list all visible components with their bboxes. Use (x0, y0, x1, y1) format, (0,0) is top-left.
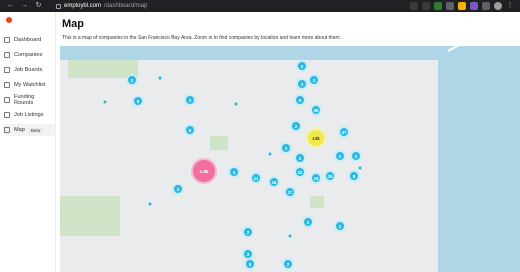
cluster-marker[interactable]: 2 (334, 220, 346, 232)
browser-nav: ← → ↻ (0, 0, 56, 12)
cluster-marker[interactable]: 3 (350, 150, 362, 162)
cluster-marker[interactable]: 5 (244, 258, 256, 270)
sidebar-item-funding-rounds[interactable]: Funding Rounds (3, 94, 55, 106)
cluster-marker[interactable]: 2 (242, 226, 254, 238)
cluster-marker[interactable]: 9 (184, 124, 196, 136)
sidebar-item-companies[interactable]: Companies (3, 49, 55, 61)
profile-avatar[interactable] (494, 2, 502, 10)
lock-icon (56, 3, 61, 9)
menu-icon[interactable]: ⋮ (506, 2, 514, 10)
park-area (60, 196, 120, 236)
sidebar-item-label: Companies (14, 52, 43, 58)
bookmark-icon (4, 82, 10, 88)
cluster-marker[interactable]: 4 (228, 166, 240, 178)
browser-toolbar: ← → ↻ employbl.com/dashboard/map ⋮ (0, 0, 520, 12)
cluster-marker[interactable]: 6 (294, 94, 306, 106)
extension-icons: ⋮ (410, 2, 514, 10)
page-title: Map (62, 18, 84, 30)
extension-icon[interactable] (410, 2, 418, 10)
company-pin[interactable] (148, 202, 152, 206)
cluster-marker[interactable]: 2 (334, 150, 346, 162)
extension-icon[interactable] (434, 2, 442, 10)
company-map[interactable]: 2 5 2 9 2 3 2 6 36 2 2 13k 47 2 32 2 3 18 17 1.8k 4 11 16 29 8 2 2… (60, 46, 520, 272)
cluster-marker[interactable]: 36 (310, 104, 322, 116)
cluster-marker[interactable]: 47 (338, 126, 350, 138)
extension-icon[interactable] (458, 2, 466, 10)
extension-icon[interactable] (422, 2, 430, 10)
company-pin[interactable] (288, 234, 292, 238)
sidebar-item-label: Map (14, 127, 25, 133)
company-pin[interactable] (234, 102, 238, 106)
extension-icon[interactable] (446, 2, 454, 10)
sidebar-item-job-listings[interactable]: Job Listings (3, 109, 55, 121)
cluster-marker[interactable]: 17 (284, 186, 296, 198)
building-icon (4, 52, 10, 58)
cluster-marker[interactable]: 2 (296, 60, 308, 72)
cluster-marker[interactable]: 2 (172, 183, 184, 195)
cluster-marker[interactable]: 2 (308, 74, 320, 86)
company-pin[interactable] (268, 152, 272, 156)
sidebar-item-map[interactable]: Map Beta (3, 124, 55, 136)
cluster-marker[interactable]: 2 (184, 94, 196, 106)
cluster-marker[interactable]: 11 (250, 172, 262, 184)
cluster-marker[interactable]: 32 (294, 166, 306, 178)
list-icon (4, 112, 10, 118)
cluster-marker[interactable]: 3 (296, 78, 308, 90)
cluster-marker[interactable]: 13k (306, 128, 326, 148)
logo[interactable] (6, 17, 12, 23)
sidebar: Dashboard Companies Job Boards My Watchl… (0, 12, 56, 272)
url-path: /dashboard/map (104, 3, 148, 9)
url-domain: employbl.com (64, 3, 102, 9)
cluster-marker[interactable]: 2 (126, 74, 138, 86)
sidebar-item-job-boards[interactable]: Job Boards (3, 64, 55, 76)
cluster-marker[interactable]: 18 (310, 172, 322, 184)
page-description: This is a map of companies in the San Fr… (62, 35, 342, 41)
park-area (210, 136, 228, 150)
company-pin[interactable] (358, 166, 362, 170)
company-pin[interactable] (158, 76, 162, 80)
sidebar-item-label: Job Listings (14, 112, 44, 118)
cluster-marker[interactable]: 2 (282, 258, 294, 270)
bay-water-east (438, 46, 520, 272)
sidebar-item-label: My Watchlist (14, 82, 46, 88)
back-icon[interactable]: ← (6, 0, 15, 12)
address-bar[interactable]: employbl.com/dashboard/map (56, 3, 147, 9)
cluster-marker[interactable]: 2 (302, 216, 314, 228)
cluster-marker[interactable]: 2 (294, 152, 306, 164)
cluster-marker[interactable]: 16 (268, 176, 280, 188)
extension-icon[interactable] (482, 2, 490, 10)
sidebar-item-label: Job Boards (14, 67, 43, 73)
sidebar-item-label: Dashboard (14, 37, 42, 43)
cluster-marker[interactable]: 29 (324, 170, 336, 182)
briefcase-icon (4, 67, 10, 73)
sidebar-item-dashboard[interactable]: Dashboard (3, 34, 55, 46)
extension-icon[interactable] (470, 2, 478, 10)
park-area (310, 196, 324, 208)
sidebar-item-label: Funding Rounds (14, 94, 35, 106)
cluster-marker[interactable]: 2 (290, 120, 302, 132)
cluster-marker[interactable]: 5 (132, 95, 144, 107)
cluster-marker[interactable]: 8 (348, 170, 360, 182)
map-icon (4, 127, 10, 133)
dollar-icon (4, 97, 10, 103)
cluster-marker[interactable]: 1.8k (191, 158, 217, 184)
home-icon (4, 37, 10, 43)
reload-icon[interactable]: ↻ (34, 0, 43, 12)
forward-icon[interactable]: → (20, 0, 29, 12)
sidebar-item-my-watchlist[interactable]: My Watchlist (3, 79, 55, 91)
company-pin[interactable] (103, 100, 107, 104)
beta-badge: Beta (28, 127, 43, 133)
cluster-marker[interactable]: 2 (280, 142, 292, 154)
